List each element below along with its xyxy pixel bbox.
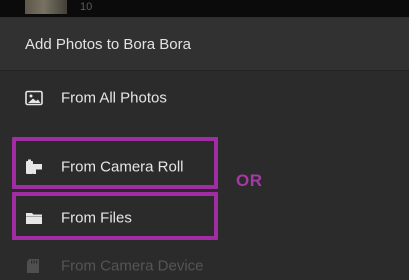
camera-roll-highlight xyxy=(12,137,218,189)
panel-title: Add Photos to Bora Bora xyxy=(25,36,191,53)
photo-count: 10 xyxy=(80,1,93,13)
panel-header: Add Photos to Bora Bora xyxy=(0,17,409,71)
sd-card-icon xyxy=(27,259,39,273)
from-camera-device-option[interactable]: From Camera Device xyxy=(0,243,409,280)
files-highlight xyxy=(12,192,218,240)
from-all-photos-label: From All Photos xyxy=(61,89,167,107)
image-icon xyxy=(25,90,43,106)
photo-thumbnail[interactable] xyxy=(25,0,67,14)
from-all-photos-option[interactable]: From All Photos xyxy=(0,75,409,121)
add-photos-panel: Add Photos to Bora Bora From All Photos … xyxy=(0,17,409,280)
from-camera-device-label: From Camera Device xyxy=(61,257,204,275)
background-strip: 10 xyxy=(0,0,409,17)
or-annotation: OR xyxy=(236,171,263,190)
